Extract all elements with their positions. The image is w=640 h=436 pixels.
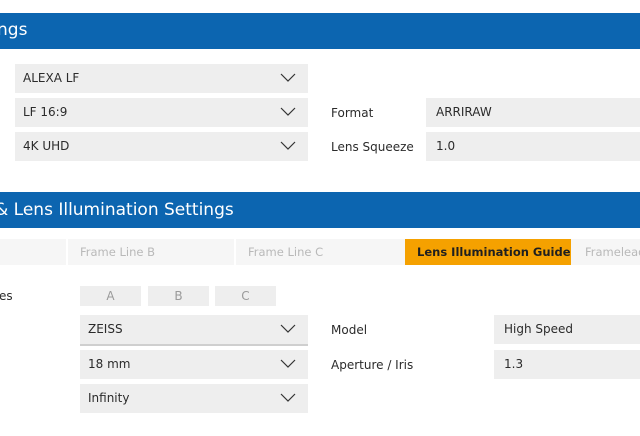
resolution-value: 4K UHD [23, 139, 70, 153]
lens-squeeze-label: Lens Squeeze [331, 140, 414, 154]
tab-frame-line-a[interactable] [0, 239, 66, 265]
format-field: ARRIRAW [426, 98, 640, 127]
focal-length-select[interactable]: 18 mm [80, 350, 308, 379]
lens-squeeze-value: 1.0 [436, 139, 456, 153]
sensor-mode-value: LF 16:9 [23, 105, 68, 119]
section-title: ngs [0, 20, 28, 40]
lens-manufacturer-value: ZEISS [88, 322, 123, 336]
tab-label: Frame Line B [80, 245, 155, 259]
section-title: & Lens Illumination Settings [0, 200, 234, 220]
tab-label: Framelead [585, 245, 640, 259]
chevron-down-icon [280, 393, 296, 402]
frame-lines-label: es [0, 289, 13, 303]
camera-settings-header: ngs [0, 13, 640, 49]
focal-length-value: 18 mm [88, 357, 131, 371]
chevron-down-icon [280, 324, 296, 333]
aperture-label: Aperture / Iris [331, 358, 414, 372]
frame-line-tabs: Frame Line B Frame Line C Lens Illuminat… [0, 239, 640, 265]
format-label: Format [331, 106, 374, 120]
aperture-field: 1.3 [494, 350, 640, 379]
model-field: High Speed [494, 315, 640, 344]
tab-lens-illumination-guide[interactable]: Lens Illumination Guide [405, 239, 571, 265]
camera-model-value: ALEXA LF [23, 71, 80, 85]
tab-framelead[interactable]: Framelead [573, 239, 640, 265]
resolution-select[interactable]: 4K UHD [15, 132, 308, 161]
tab-frame-line-b[interactable]: Frame Line B [68, 239, 234, 265]
lens-squeeze-field: 1.0 [426, 132, 640, 161]
model-label: Model [331, 323, 368, 337]
sensor-mode-select[interactable]: LF 16:9 [15, 98, 308, 127]
lens-illumination-header: & Lens Illumination Settings [0, 192, 640, 228]
model-value: High Speed [504, 322, 574, 336]
tab-frame-line-c[interactable]: Frame Line C [236, 239, 404, 265]
chevron-down-icon [280, 107, 296, 116]
focus-distance-value: Infinity [88, 391, 130, 405]
tab-label: Lens Illumination Guide [417, 245, 571, 259]
line-c-button[interactable]: C [215, 286, 276, 306]
chevron-down-icon [280, 359, 296, 368]
chevron-down-icon [280, 141, 296, 150]
line-b-button[interactable]: B [148, 286, 209, 306]
lens-manufacturer-select[interactable]: ZEISS [80, 315, 308, 346]
format-value: ARRIRAW [436, 105, 492, 119]
camera-model-select[interactable]: ALEXA LF [15, 64, 308, 93]
aperture-value: 1.3 [504, 357, 524, 371]
line-a-button[interactable]: A [80, 286, 141, 306]
focus-distance-select[interactable]: Infinity [80, 384, 308, 413]
chevron-down-icon [280, 73, 296, 82]
tab-label: Frame Line C [248, 245, 324, 259]
